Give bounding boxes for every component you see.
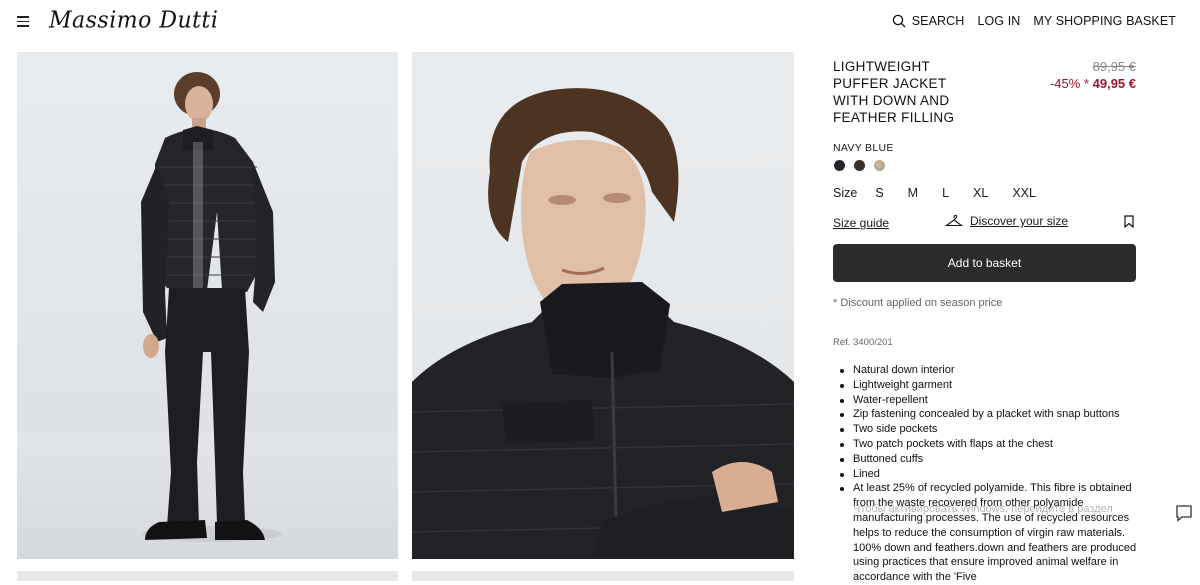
product-photo-full-body[interactable] (17, 52, 398, 559)
size-option-m[interactable]: M (908, 186, 918, 200)
product-title: LIGHTWEIGHT PUFFER JACKET WITH DOWN AND … (833, 58, 983, 126)
feature-item: Natural down interior (840, 363, 1138, 378)
product-photo-next-right[interactable] (412, 571, 794, 581)
chat-icon[interactable] (1173, 502, 1195, 524)
price-block: 89,95 € -45% * 49,95 € (1050, 58, 1136, 92)
discover-your-size-label: Discover your size (970, 214, 1069, 228)
model-full-body-image (17, 72, 398, 559)
search-button[interactable]: SEARCH (892, 14, 965, 28)
product-photo-close-up[interactable] (412, 52, 794, 559)
top-nav: SEARCH LOG IN MY SHOPPING BASKET (892, 14, 1176, 28)
model-close-up-image (412, 88, 794, 559)
add-to-basket-button[interactable]: Add to basket (833, 244, 1136, 282)
bookmark-icon[interactable] (1124, 215, 1134, 228)
discover-your-size-link[interactable]: Discover your size (945, 214, 1068, 228)
size-option-xxl[interactable]: XXL (1012, 186, 1036, 200)
product-title-line: PUFFER JACKET (833, 76, 947, 91)
search-icon (892, 14, 906, 28)
sale-price: 49,95 € (1092, 76, 1136, 91)
product-title-line: LIGHTWEIGHT (833, 59, 931, 74)
color-swatches (834, 160, 885, 171)
search-label: SEARCH (911, 14, 965, 28)
sale-price-line: -45% * 49,95 € (1050, 75, 1136, 92)
feature-item: Two patch pockets with flaps at the ches… (840, 437, 1138, 452)
product-photo-next-left[interactable] (17, 571, 398, 581)
color-swatch-beige[interactable] (874, 160, 885, 171)
product-features: Natural down interior Lightweight garmen… (833, 363, 1138, 585)
size-guide-link[interactable]: Size guide (833, 216, 889, 230)
size-option-l[interactable]: L (942, 186, 949, 200)
brand-logo[interactable]: Massimo Dutti (49, 7, 218, 33)
size-label: Size (833, 186, 858, 200)
feature-item: Lined (840, 467, 1138, 482)
feature-item: At least 25% of recycled polyamide. This… (840, 482, 1137, 584)
size-selector: Size S M L XL XXL (833, 186, 1060, 200)
size-option-xl[interactable]: XL (973, 186, 988, 200)
color-name: NAVY BLUE (833, 142, 894, 154)
size-option-s[interactable]: S (875, 186, 883, 200)
color-swatch-brown[interactable] (854, 160, 865, 171)
hanger-icon (945, 214, 963, 227)
feature-item: Water-repellent (840, 393, 1138, 408)
original-price: 89,95 € (1092, 59, 1136, 74)
feature-item: Lightweight garment (840, 378, 1138, 393)
product-reference: Ref. 3400/201 (833, 337, 893, 348)
discount-note: * Discount applied on season price (833, 297, 1003, 309)
discount-percent: -45% * (1049, 76, 1089, 91)
top-header: Massimo Dutti SEARCH LOG IN MY SHOPPING … (0, 0, 1200, 44)
shopping-basket-link[interactable]: MY SHOPPING BASKET (1033, 14, 1176, 28)
feature-item: Two side pockets (840, 422, 1138, 437)
product-title-line: WITH DOWN AND (833, 93, 950, 108)
menu-icon[interactable] (17, 16, 29, 27)
color-swatch-navy[interactable] (834, 160, 845, 171)
watermark-line: Чтобы активировать Windows, перейдите в … (853, 503, 1113, 515)
feature-item: Zip fastening concealed by a placket wit… (840, 407, 1138, 422)
feature-item: Buttoned cuffs (840, 452, 1138, 467)
product-title-line: FEATHER FILLING (833, 110, 955, 125)
login-link[interactable]: LOG IN (977, 14, 1020, 28)
